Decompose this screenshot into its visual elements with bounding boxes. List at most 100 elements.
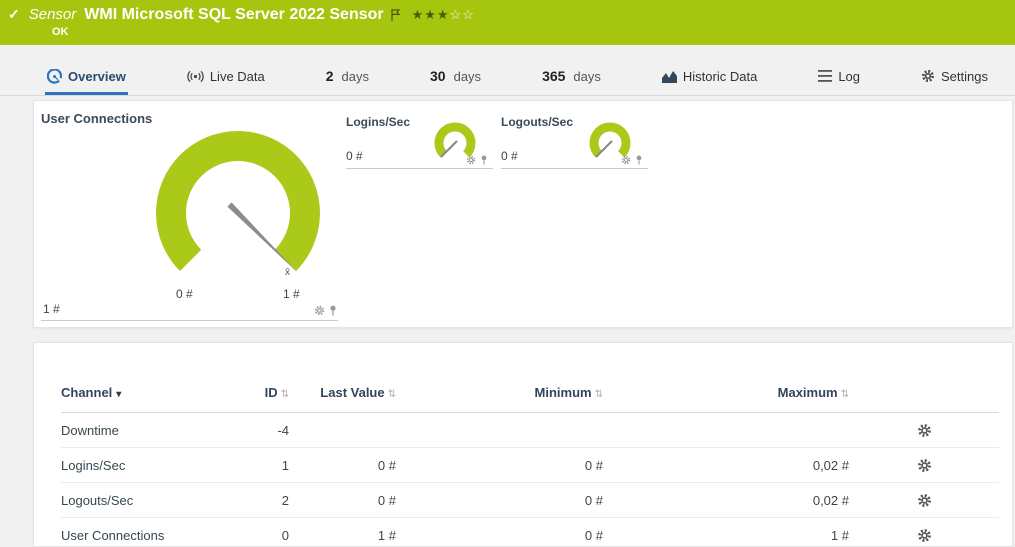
overview-gauge-icon (47, 69, 62, 84)
gauges-panel: User Connections 0 # 1 # x̄ 1 # Logins/S… (33, 100, 1013, 328)
tab-unit: days (342, 69, 369, 84)
table-row[interactable]: Downtime -4 (61, 413, 999, 448)
channel-name[interactable]: Logins/Sec (61, 448, 231, 483)
tab-label: Settings (941, 69, 988, 84)
tab-settings[interactable]: Settings (919, 60, 990, 95)
gear-icon (921, 69, 935, 83)
tab-number: 2 (326, 68, 334, 84)
channel-name[interactable]: Logouts/Sec (61, 483, 231, 518)
tab-number: 30 (430, 68, 446, 84)
gear-icon[interactable] (314, 305, 325, 316)
tab-unit: days (454, 69, 481, 84)
gauge-title-user-connections: User Connections (41, 111, 152, 126)
channel-last-value: 0 # (289, 448, 396, 483)
gear-icon[interactable] (621, 155, 631, 165)
priority-flag-icon[interactable] (391, 8, 400, 26)
column-header-id[interactable]: ID⇅ (231, 379, 289, 413)
channel-name[interactable]: User Connections (61, 518, 231, 547)
table-header-row: Channel▾ ID⇅ Last Value⇅ Minimum⇅ Maximu… (61, 379, 999, 413)
channel-settings-gear-icon[interactable] (917, 527, 932, 542)
tab-historic-data[interactable]: Historic Data (660, 60, 759, 95)
gauge-toolbar (466, 155, 488, 165)
channel-name[interactable]: Downtime (61, 413, 231, 448)
sensor-header: ✓ Sensor WMI Microsoft SQL Server 2022 S… (0, 0, 1015, 45)
table-row[interactable]: Logins/Sec 1 0 # 0 # 0,02 # (61, 448, 999, 483)
channel-maximum (603, 413, 849, 448)
tab-365-days[interactable]: 365 days (540, 60, 603, 95)
tab-label: Overview (68, 69, 126, 84)
column-header-actions (849, 379, 999, 413)
tab-30-days[interactable]: 30 days (428, 60, 483, 95)
channels-table: Channel▾ ID⇅ Last Value⇅ Minimum⇅ Maximu… (61, 379, 999, 547)
gauge-value-logouts: 0 # (501, 149, 518, 163)
channel-id: 2 (231, 483, 289, 518)
object-kind-label: Sensor (29, 6, 77, 23)
column-header-minimum[interactable]: Minimum⇅ (396, 379, 603, 413)
pin-icon[interactable] (635, 155, 643, 165)
tab-2-days[interactable]: 2 days (324, 60, 371, 95)
channel-minimum: 0 # (396, 483, 603, 518)
tab-label: Historic Data (683, 69, 757, 84)
stars-filled[interactable]: ★★★ (412, 7, 450, 22)
gauge-title-logouts: Logouts/Sec (501, 115, 573, 129)
status-badge: OK (52, 26, 69, 38)
pin-icon[interactable] (480, 155, 488, 165)
gauge-scale-min: 0 # (176, 287, 193, 301)
tab-unit: days (573, 69, 600, 84)
column-header-maximum[interactable]: Maximum⇅ (603, 379, 849, 413)
channel-id: 1 (231, 448, 289, 483)
column-label: ID (265, 385, 278, 400)
tab-overview[interactable]: Overview (45, 60, 128, 95)
gauge-toolbar (621, 155, 643, 165)
favorite-star-rating[interactable]: ★★★☆☆ (412, 7, 475, 23)
gauge-arc (594, 127, 626, 154)
channel-maximum: 0,02 # (603, 483, 849, 518)
column-label: Channel (61, 385, 112, 400)
stars-empty[interactable]: ☆☆ (450, 7, 475, 22)
channels-panel: Channel▾ ID⇅ Last Value⇅ Minimum⇅ Maximu… (33, 342, 1013, 547)
channel-minimum (396, 413, 603, 448)
gear-icon[interactable] (466, 155, 476, 165)
tab-live-data[interactable]: Live Data (185, 60, 267, 95)
table-row[interactable]: User Connections 0 1 # 0 # 1 # (61, 518, 999, 547)
channel-settings-gear-icon[interactable] (917, 422, 932, 437)
sort-icon: ⇅ (841, 389, 849, 400)
sort-icon: ⇅ (281, 389, 289, 400)
status-ok-check-icon: ✓ (8, 6, 20, 23)
sort-icon: ⇅ (388, 389, 396, 400)
gauge-toolbar (314, 305, 337, 316)
page-title: WMI Microsoft SQL Server 2022 Sensor (84, 6, 383, 24)
channel-id: 0 (231, 518, 289, 547)
channel-maximum: 1 # (603, 518, 849, 547)
column-label: Minimum (535, 385, 592, 400)
gauge-footer-line (501, 168, 648, 169)
pin-icon[interactable] (329, 305, 337, 316)
channel-minimum: 0 # (396, 448, 603, 483)
table-row[interactable]: Logouts/Sec 2 0 # 0 # 0,02 # (61, 483, 999, 518)
gauge-value-logins: 0 # (346, 149, 363, 163)
channel-last-value: 0 # (289, 483, 396, 518)
sort-caret-icon: ▾ (116, 389, 121, 400)
tab-label: Log (838, 69, 860, 84)
column-label: Maximum (778, 385, 838, 400)
gauge-arc (439, 127, 471, 154)
channel-settings-gear-icon[interactable] (917, 492, 932, 507)
tab-label: Live Data (210, 69, 265, 84)
tab-bar: Overview Live Data 2 days 30 days 365 da… (0, 60, 1015, 96)
gauge-value-user-connections: 1 # (43, 302, 60, 316)
channel-last-value (289, 413, 396, 448)
channel-last-value: 1 # (289, 518, 396, 547)
gauge-scale-max: 1 # (283, 287, 300, 301)
channel-settings-gear-icon[interactable] (917, 457, 932, 472)
tab-number: 365 (542, 68, 565, 84)
channel-id: -4 (231, 413, 289, 448)
broadcast-icon (187, 70, 204, 83)
column-header-last-value[interactable]: Last Value ⇅ (289, 379, 396, 413)
gauge-average-marker: x̄ (285, 267, 290, 278)
column-header-channel[interactable]: Channel ▾ (61, 379, 231, 413)
tab-log[interactable]: Log (816, 60, 862, 95)
gauge-footer-line (41, 320, 338, 321)
area-chart-icon (662, 70, 677, 83)
column-label: Last Value (320, 385, 384, 400)
gauge-footer-line (346, 168, 493, 169)
